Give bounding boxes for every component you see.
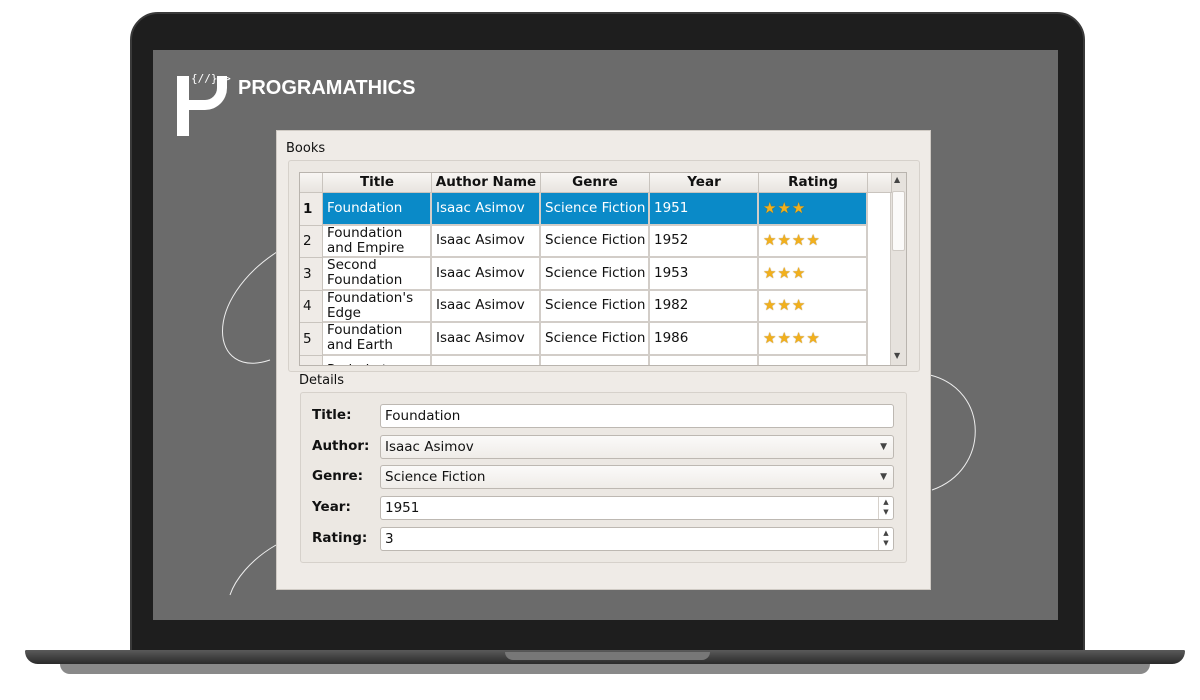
star-icon: ★	[763, 198, 778, 217]
scroll-thumb[interactable]	[892, 191, 905, 251]
scroll-up-icon[interactable]: ▲	[894, 175, 900, 184]
star-icon: ★	[777, 231, 792, 250]
table-cell-genre[interactable]: Science Fiction	[541, 258, 650, 291]
column-header[interactable]: Rating	[759, 173, 868, 193]
author-combobox[interactable]: Isaac Asimov ▼	[380, 435, 894, 459]
author-label: Author:	[312, 438, 370, 454]
column-header[interactable]: Title	[323, 173, 432, 193]
title-label: Title:	[312, 407, 352, 423]
table-cell-author[interactable]: Isaac Asimov	[432, 258, 541, 291]
table-scrollbar[interactable]: ▲ ▼	[890, 173, 906, 365]
chevron-down-icon[interactable]: ▼	[880, 466, 887, 488]
year-value: 1951	[385, 500, 420, 516]
table-cell-year[interactable]: 1986	[650, 323, 759, 356]
table-cell-rating[interactable]: ★ ★ ★ ★	[759, 225, 868, 258]
star-icon: ★	[791, 231, 807, 250]
table-cell-year[interactable]: 1982	[650, 290, 759, 323]
table-cell-rating[interactable]: ★ ★ ★	[759, 290, 868, 323]
column-header[interactable]: Author Name	[432, 173, 541, 193]
row-header[interactable]: 4	[300, 290, 323, 323]
table-cell-title[interactable]: Foundation and Empire	[323, 225, 432, 258]
table-cell-rating[interactable]: ★ ★ ★	[759, 193, 868, 226]
rating-spinbox[interactable]: 3 ▲ ▼	[380, 527, 894, 551]
chevron-down-icon[interactable]: ▼	[880, 436, 887, 458]
books-group-label: Books	[286, 141, 326, 156]
table-cell-genre[interactable]: Science Fiction	[541, 225, 650, 258]
table-cell-author[interactable]: Isaac Asimov	[432, 290, 541, 323]
table-cell-title[interactable]: Foundation and Earth	[323, 323, 432, 356]
year-spinbox[interactable]: 1951 ▲ ▼	[380, 496, 894, 520]
logo-mark: {//}<>	[177, 68, 232, 136]
rating-value: 3	[385, 531, 394, 547]
column-header[interactable]: Genre	[541, 173, 650, 193]
table-cell-year[interactable]: 1951	[650, 193, 759, 226]
table-cell-year[interactable]: 1952	[650, 225, 759, 258]
table-cell-title[interactable]: Foundation's Edge	[323, 290, 432, 323]
title-input[interactable]: Foundation	[380, 404, 894, 428]
table-corner	[300, 173, 323, 193]
star-icon: ★	[791, 328, 807, 347]
genre-value: Science Fiction	[385, 469, 486, 485]
genre-label: Genre:	[312, 468, 364, 484]
table-cell-author[interactable]	[432, 355, 541, 365]
star-icon: ★	[777, 328, 792, 347]
year-label: Year:	[312, 499, 351, 515]
star-icon: ★	[791, 263, 807, 282]
table-cell-author[interactable]: Isaac Asimov	[432, 323, 541, 356]
table-cell-rating[interactable]: ★ ★ ★ ★	[759, 323, 868, 356]
brand-logo: {//}<> PROGRAMATHICS	[177, 68, 415, 136]
star-icon: ★	[763, 263, 778, 282]
star-icon: ★	[777, 263, 792, 282]
spin-arrows-icon[interactable]: ▲ ▼	[878, 497, 893, 519]
table-cell-title[interactable]: Foundation	[323, 193, 432, 226]
author-value: Isaac Asimov	[385, 439, 474, 455]
logo-code: {//}<>	[191, 72, 231, 85]
star-icon: ★	[806, 231, 821, 250]
books-table[interactable]: ▲ ▼ Title Author Name Genre Year Rating 1 Foun…	[299, 172, 907, 366]
scroll-down-icon[interactable]: ▼	[894, 351, 900, 360]
row-header[interactable]: 5	[300, 323, 323, 356]
star-icon: ★	[763, 328, 778, 347]
table-cell-rating[interactable]: ★ ★ ★	[759, 258, 868, 291]
rating-label: Rating:	[312, 530, 368, 546]
details-group-label: Details	[299, 373, 345, 388]
star-icon: ★	[777, 296, 792, 315]
table-cell-author[interactable]: Isaac Asimov	[432, 225, 541, 258]
star-icon: ★	[763, 296, 778, 315]
table-cell-genre[interactable]: Science Fiction	[541, 290, 650, 323]
genre-combobox[interactable]: Science Fiction ▼	[380, 465, 894, 489]
star-icon: ★	[777, 198, 792, 217]
star-icon: ★	[791, 296, 807, 315]
row-header[interactable]: 1	[300, 193, 323, 226]
brand-name: PROGRAMATHICS	[238, 76, 416, 99]
star-icon: ★	[806, 328, 821, 347]
header-filler	[868, 173, 892, 193]
table-cell-author[interactable]: Isaac Asimov	[432, 193, 541, 226]
row-header[interactable]	[300, 355, 323, 365]
table-cell-genre[interactable]: Science Fiction	[541, 193, 650, 226]
spin-arrows-icon[interactable]: ▲ ▼	[878, 528, 893, 550]
star-icon: ★	[763, 231, 778, 250]
table-cell-title[interactable]: Prelude to	[323, 355, 432, 365]
table-cell-title[interactable]: Second Foundation	[323, 258, 432, 291]
table-cell-genre[interactable]: Science Fiction	[541, 323, 650, 356]
column-header[interactable]: Year	[650, 173, 759, 193]
table-cell-rating[interactable]	[759, 355, 868, 365]
row-header[interactable]: 2	[300, 225, 323, 258]
table-cell-genre[interactable]	[541, 355, 650, 365]
star-icon: ★	[791, 198, 807, 217]
row-header[interactable]: 3	[300, 258, 323, 291]
table-cell-year[interactable]	[650, 355, 759, 365]
table-cell-year[interactable]: 1953	[650, 258, 759, 291]
